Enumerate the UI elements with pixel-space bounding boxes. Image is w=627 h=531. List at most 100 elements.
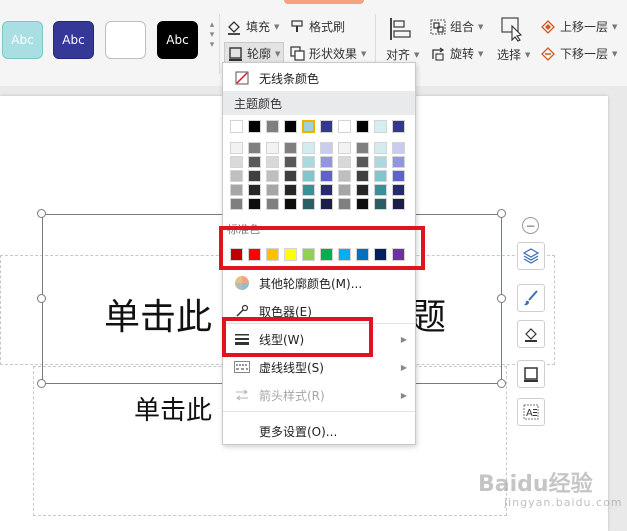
- resize-handle[interactable]: [37, 379, 46, 388]
- theme-color-swatch[interactable]: [284, 120, 297, 133]
- theme-shade-swatch[interactable]: [356, 198, 369, 210]
- theme-color-swatch[interactable]: [266, 120, 279, 133]
- theme-color-swatch[interactable]: [338, 120, 351, 133]
- fill-bucket-icon: [228, 20, 240, 35]
- outline-button-side[interactable]: [517, 360, 545, 388]
- theme-shade-swatch[interactable]: [284, 184, 297, 196]
- theme-shade-swatch[interactable]: [230, 184, 243, 196]
- resize-handle[interactable]: [497, 294, 506, 303]
- theme-color-swatch[interactable]: [374, 120, 387, 133]
- resize-handle[interactable]: [37, 209, 46, 218]
- theme-shade-swatch[interactable]: [230, 198, 243, 210]
- shape-style-tile[interactable]: Abc: [157, 21, 198, 59]
- theme-shade-swatch[interactable]: [284, 142, 297, 154]
- theme-shade-swatch[interactable]: [392, 198, 405, 210]
- theme-shade-swatch[interactable]: [230, 156, 243, 168]
- theme-shade-swatch[interactable]: [392, 142, 405, 154]
- theme-color-swatch[interactable]: [230, 120, 243, 133]
- theme-shade-swatch[interactable]: [302, 156, 315, 168]
- theme-color-swatch[interactable]: [392, 120, 405, 133]
- theme-color-swatch[interactable]: [356, 120, 369, 133]
- shape-effect-button[interactable]: 形状效果 ▼: [290, 45, 366, 62]
- layers-button[interactable]: [517, 242, 545, 270]
- align-icon: [388, 16, 418, 42]
- text-box-button[interactable]: A: [517, 398, 545, 426]
- slide-title-text[interactable]: 单击此: [104, 288, 212, 340]
- theme-shade-swatch[interactable]: [374, 142, 387, 154]
- dash-type-item[interactable]: 虚线线型(S) ▶: [223, 354, 415, 380]
- theme-shade-swatch[interactable]: [284, 198, 297, 210]
- theme-shade-swatch[interactable]: [392, 156, 405, 168]
- line-type-highlight-box: [222, 317, 373, 357]
- theme-shade-swatch[interactable]: [248, 184, 261, 196]
- theme-shade-swatch[interactable]: [230, 170, 243, 182]
- shape-style-tile[interactable]: Abc: [2, 21, 43, 59]
- submenu-arrow-icon: ▶: [400, 362, 407, 372]
- theme-shade-swatch[interactable]: [302, 198, 315, 210]
- theme-shade-swatch[interactable]: [392, 170, 405, 182]
- outline-button[interactable]: 轮廓 ▼: [228, 45, 280, 62]
- theme-shade-swatch[interactable]: [374, 184, 387, 196]
- theme-shade-swatch[interactable]: [374, 156, 387, 168]
- bring-forward-button[interactable]: 上移一层 ▼: [540, 18, 617, 35]
- slide-subtitle-text[interactable]: 单击此: [134, 390, 212, 427]
- theme-shade-swatch[interactable]: [266, 156, 279, 168]
- theme-shade-swatch[interactable]: [374, 170, 387, 182]
- theme-shade-swatch[interactable]: [320, 184, 333, 196]
- select-button[interactable]: 选择 ▼: [497, 46, 530, 63]
- theme-shade-swatch[interactable]: [374, 198, 387, 210]
- resize-handle[interactable]: [497, 209, 506, 218]
- other-outline-color-item[interactable]: 其他轮廓颜色(M)...: [223, 270, 415, 296]
- no-line-color-item[interactable]: 无线条颜色: [223, 65, 415, 91]
- shape-style-tile[interactable]: Abc: [53, 21, 94, 59]
- theme-shade-swatch[interactable]: [320, 170, 333, 182]
- fill-button[interactable]: 填充 ▼: [226, 18, 279, 35]
- theme-shade-swatch[interactable]: [320, 198, 333, 210]
- theme-shade-swatch[interactable]: [266, 142, 279, 154]
- theme-color-swatch[interactable]: [248, 120, 261, 133]
- theme-shade-swatch[interactable]: [356, 142, 369, 154]
- resize-handle[interactable]: [37, 294, 46, 303]
- theme-shade-swatch[interactable]: [338, 198, 351, 210]
- theme-shade-swatch[interactable]: [356, 170, 369, 182]
- fill-button-side[interactable]: [517, 320, 545, 348]
- theme-shade-swatch[interactable]: [338, 184, 351, 196]
- shape-style-tile[interactable]: [105, 21, 146, 59]
- brush-button[interactable]: [517, 284, 545, 312]
- theme-shade-swatch[interactable]: [338, 142, 351, 154]
- theme-shade-swatch[interactable]: [248, 198, 261, 210]
- theme-shade-swatch[interactable]: [248, 170, 261, 182]
- collapse-minus-icon[interactable]: −: [522, 217, 539, 234]
- theme-shade-swatch[interactable]: [230, 142, 243, 154]
- theme-color-swatch[interactable]: [320, 120, 333, 133]
- send-backward-button[interactable]: 下移一层 ▼: [540, 45, 617, 62]
- format-brush-button[interactable]: 格式刷: [290, 18, 345, 35]
- outline-label: 轮廓: [247, 47, 272, 61]
- theme-shade-swatch[interactable]: [248, 142, 261, 154]
- theme-shade-swatch[interactable]: [248, 156, 261, 168]
- theme-shade-swatch[interactable]: [320, 142, 333, 154]
- theme-shade-swatch[interactable]: [320, 156, 333, 168]
- resize-handle[interactable]: [497, 379, 506, 388]
- group-button[interactable]: 组合 ▼: [430, 18, 483, 35]
- theme-shade-swatch[interactable]: [284, 156, 297, 168]
- theme-shade-swatch[interactable]: [266, 170, 279, 182]
- theme-shade-swatch[interactable]: [356, 156, 369, 168]
- theme-shade-swatch[interactable]: [266, 198, 279, 210]
- theme-shade-swatch[interactable]: [302, 170, 315, 182]
- theme-shade-swatch[interactable]: [302, 184, 315, 196]
- bring-forward-icon: [541, 19, 555, 34]
- more-settings-item[interactable]: 更多设置(O)...: [223, 418, 415, 444]
- theme-shade-swatch[interactable]: [338, 170, 351, 182]
- theme-color-swatch[interactable]: [302, 120, 315, 133]
- theme-shade-swatch[interactable]: [266, 184, 279, 196]
- submenu-arrow-icon: ▶: [400, 390, 407, 400]
- theme-shade-swatch[interactable]: [392, 184, 405, 196]
- gallery-scroll[interactable]: ▴ ▾ ▾: [205, 20, 219, 62]
- theme-shade-swatch[interactable]: [338, 156, 351, 168]
- theme-shade-swatch[interactable]: [302, 142, 315, 154]
- theme-shade-swatch[interactable]: [284, 170, 297, 182]
- theme-shade-swatch[interactable]: [356, 184, 369, 196]
- align-button[interactable]: 对齐 ▼: [386, 46, 419, 63]
- rotate-button[interactable]: 旋转 ▼: [430, 45, 483, 62]
